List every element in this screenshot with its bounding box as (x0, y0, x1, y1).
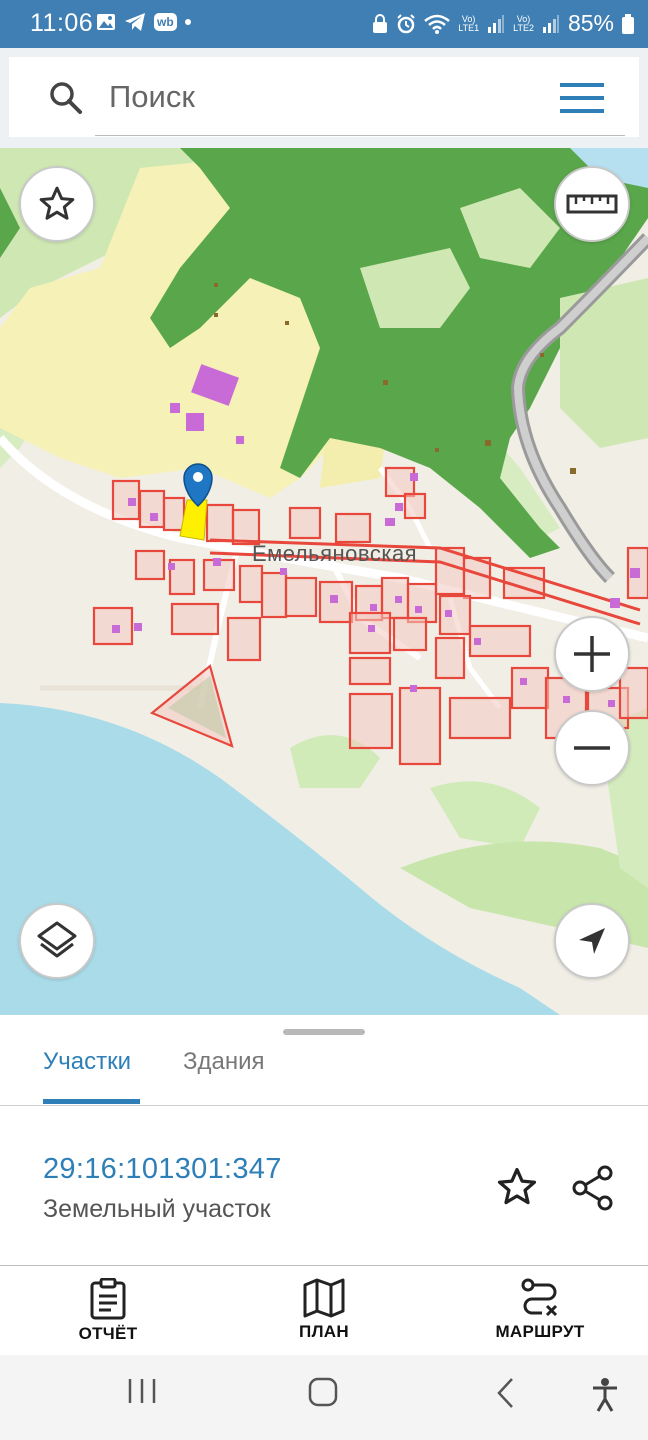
home-icon[interactable] (307, 1377, 339, 1407)
battery-percent: 85% (567, 10, 614, 36)
signal2-icon (542, 14, 559, 33)
map-canvas[interactable] (0, 148, 648, 1015)
hamburger-menu-icon[interactable] (560, 83, 604, 113)
bottom-action-bar: ОТЧЁТ ПЛАН МАРШРУТ (0, 1265, 648, 1355)
layers-icon (37, 921, 77, 958)
gallery-icon (97, 14, 115, 30)
sim1-lte-label: Vo) LTE1 (458, 13, 480, 33)
my-location-button[interactable] (554, 903, 630, 979)
signal1-icon (488, 14, 505, 33)
report-label: ОТЧЁТ (78, 1324, 138, 1343)
alarm-icon (397, 13, 415, 33)
clock: 11:06 (30, 9, 94, 37)
star-outline-icon (39, 186, 75, 220)
search-icon[interactable] (49, 81, 83, 115)
cadastral-map[interactable]: Емельяновская (0, 148, 648, 1015)
report-button[interactable]: ОТЧЁТ (38, 1278, 178, 1344)
favorites-button[interactable] (19, 166, 95, 242)
share-icon[interactable] (571, 1165, 615, 1211)
back-icon[interactable] (494, 1377, 518, 1409)
recent-apps-icon[interactable] (126, 1377, 158, 1405)
search-input[interactable] (109, 75, 529, 119)
wifi-icon (424, 14, 451, 34)
wb-badge: wb (154, 13, 177, 31)
tab-buildings[interactable]: Здания (183, 1048, 265, 1076)
minus-icon (574, 746, 610, 750)
tab-indicator (43, 1099, 140, 1104)
report-icon (90, 1278, 126, 1320)
zoom-out-button[interactable] (554, 710, 630, 786)
plan-label: ПЛАН (299, 1322, 349, 1341)
battery-icon (622, 13, 634, 34)
ruler-button[interactable] (554, 166, 630, 242)
cadastral-number-link[interactable]: 29:16:101301:347 (43, 1153, 282, 1186)
star-outline-icon[interactable] (494, 1165, 540, 1209)
navigation-arrow-icon (579, 928, 605, 954)
map-plan-icon (303, 1278, 345, 1318)
layers-button[interactable] (19, 903, 95, 979)
parcel-type: Земельный участок (43, 1195, 271, 1223)
plan-button[interactable]: ПЛАН (254, 1278, 394, 1342)
ruler-icon (566, 194, 618, 214)
telegram-icon (125, 13, 145, 31)
sheet-drag-handle[interactable] (283, 1029, 365, 1035)
route-button[interactable]: МАРШРУТ (470, 1278, 610, 1342)
notification-dot (184, 19, 191, 25)
zoom-in-button[interactable] (554, 616, 630, 692)
route-label: МАРШРУТ (495, 1322, 585, 1341)
search-underline (95, 135, 625, 136)
search-header (0, 48, 648, 148)
plus-icon (574, 636, 610, 672)
tab-parcels[interactable]: Участки (43, 1048, 131, 1076)
status-bar: 11:06 wb Vo) LTE1 Vo) LTE2 85% (0, 0, 648, 48)
route-icon (521, 1278, 558, 1317)
accessibility-icon[interactable] (590, 1377, 620, 1413)
system-nav-bar (0, 1355, 648, 1440)
lock-icon (373, 13, 388, 33)
search-card (9, 57, 639, 137)
tab-divider (0, 1105, 648, 1106)
bottom-sheet: Участки Здания 29:16:101301:347 Земельны… (0, 1015, 648, 1265)
street-label: Емельяновская (252, 541, 418, 566)
sim2-lte-label: Vo) LTE2 (513, 13, 534, 33)
